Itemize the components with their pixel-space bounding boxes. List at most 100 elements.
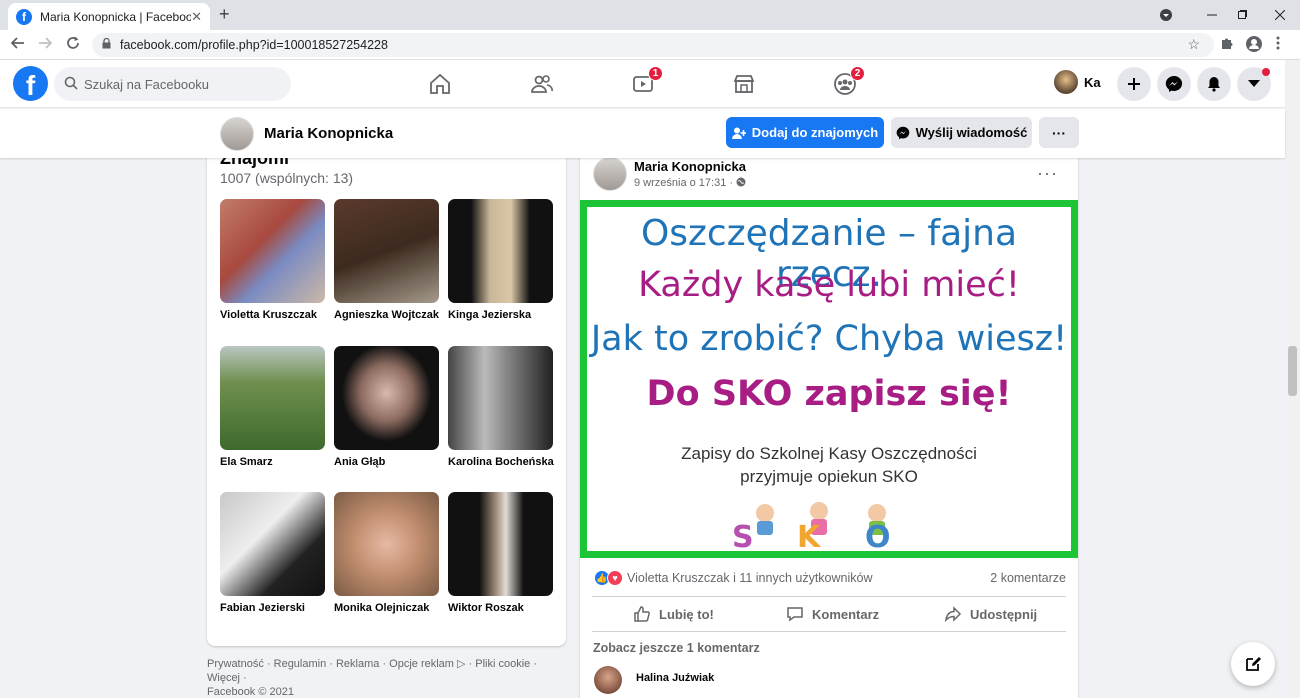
friend-name[interactable]: Ania Głąb bbox=[334, 456, 439, 468]
maximize-button[interactable] bbox=[1222, 0, 1262, 30]
thumbs-up-icon bbox=[634, 606, 650, 622]
chrome-menu-icon[interactable] bbox=[1276, 36, 1280, 53]
watch-notification-badge: 1 bbox=[648, 66, 663, 81]
search-box[interactable] bbox=[54, 67, 291, 101]
friend-name[interactable]: Karolina Bocheńska bbox=[448, 456, 554, 468]
comment-label: Komentarz bbox=[812, 606, 880, 622]
friend-photo[interactable] bbox=[334, 492, 439, 596]
watch-video-icon[interactable]: 1 bbox=[629, 66, 663, 98]
send-message-label: Wyślij wiadomość bbox=[915, 125, 1028, 140]
friend-photo[interactable] bbox=[448, 199, 553, 303]
friend-name[interactable]: Kinga Jezierska bbox=[448, 309, 553, 321]
reload-icon[interactable] bbox=[66, 36, 80, 54]
share-label: Udostępnij bbox=[970, 606, 1038, 622]
profile-more-button[interactable]: ··· bbox=[1039, 117, 1079, 148]
friend-tile[interactable]: Kinga Jezierska bbox=[448, 199, 553, 321]
post-author-avatar[interactable] bbox=[593, 157, 627, 191]
friend-name[interactable]: Fabian Jezierski bbox=[220, 602, 325, 614]
tab-title: Maria Konopnicka | Facebook bbox=[40, 9, 192, 24]
like-button[interactable]: Lubię to! bbox=[633, 605, 714, 623]
url-text: facebook.com/profile.php?id=100018527254… bbox=[120, 38, 388, 52]
add-friend-icon bbox=[731, 127, 746, 139]
new-message-button[interactable] bbox=[1231, 642, 1275, 686]
account-alert-dot bbox=[1262, 68, 1270, 76]
friends-icon[interactable] bbox=[528, 70, 556, 98]
post-options-button[interactable]: ··· bbox=[1037, 163, 1058, 184]
notifications-bell-icon[interactable] bbox=[1197, 67, 1231, 101]
bookmark-star-icon[interactable]: ☆ bbox=[1187, 36, 1200, 53]
friend-tile[interactable]: Fabian Jezierski bbox=[220, 492, 325, 614]
friend-name[interactable]: Ela Smarz bbox=[220, 456, 325, 468]
post-timestamp[interactable]: 9 września o 17:31 · bbox=[634, 177, 746, 189]
address-bar[interactable]: facebook.com/profile.php?id=100018527254… bbox=[92, 33, 1214, 57]
close-window-button[interactable] bbox=[1260, 0, 1300, 30]
messenger-icon[interactable] bbox=[1157, 67, 1191, 101]
friend-photo[interactable] bbox=[448, 492, 553, 596]
friend-photo[interactable] bbox=[334, 346, 439, 450]
forward-arrow-icon[interactable] bbox=[38, 36, 53, 54]
home-icon[interactable] bbox=[426, 70, 454, 98]
post-image-content: Oszczędzanie – fajna rzecz. Każdy kasę l… bbox=[587, 207, 1071, 555]
share-arrow-icon bbox=[944, 606, 962, 623]
marketplace-icon[interactable] bbox=[730, 70, 758, 98]
friend-tile[interactable]: Karolina Bocheńska bbox=[448, 346, 554, 468]
profile-name[interactable]: Maria Konopnicka bbox=[264, 125, 393, 142]
friend-tile[interactable]: Monika Olejniczak bbox=[334, 492, 439, 614]
image-text-line: Jak to zrobić? Chyba wiesz! bbox=[590, 319, 1068, 359]
new-tab-button[interactable]: + bbox=[219, 4, 230, 25]
image-text-line: Każdy kasę lubi mieć! bbox=[638, 265, 1020, 305]
friend-tile[interactable]: Wiktor Roszak bbox=[448, 492, 553, 614]
friend-photo[interactable] bbox=[220, 492, 325, 596]
commenter-avatar[interactable] bbox=[594, 666, 622, 694]
reactions-summary[interactable]: 👍 ♥ Violetta Kruszczak i 11 innych użytk… bbox=[594, 570, 872, 586]
facebook-top-nav: f 1 2 Ka bbox=[0, 60, 1285, 108]
more-comments-link[interactable]: Zobacz jeszcze 1 komentarz bbox=[593, 641, 760, 655]
comment-button[interactable]: Komentarz bbox=[786, 605, 879, 623]
friend-name[interactable]: Wiktor Roszak bbox=[448, 602, 553, 614]
friend-photo[interactable] bbox=[220, 199, 325, 303]
comments-count[interactable]: 2 komentarze bbox=[990, 571, 1066, 585]
back-arrow-icon[interactable] bbox=[10, 36, 25, 54]
friend-name[interactable]: Monika Olejniczak bbox=[334, 602, 439, 614]
friend-photo[interactable] bbox=[220, 346, 325, 450]
svg-text:K: K bbox=[797, 520, 822, 549]
commenter-name[interactable]: Halina Juźwiak bbox=[636, 672, 714, 684]
tab-close-button[interactable]: ✕ bbox=[191, 9, 202, 25]
friend-photo[interactable] bbox=[448, 346, 553, 450]
profile-shortcut-name: Ka bbox=[1084, 74, 1101, 90]
post-author-name[interactable]: Maria Konopnicka bbox=[634, 159, 746, 174]
avatar bbox=[1054, 70, 1078, 94]
friend-photo[interactable] bbox=[334, 199, 439, 303]
svg-text:O: O bbox=[865, 520, 891, 549]
profile-avatar[interactable] bbox=[220, 117, 254, 151]
page-scrollbar[interactable] bbox=[1285, 60, 1300, 698]
send-message-button[interactable]: Wyślij wiadomość bbox=[891, 117, 1032, 148]
browser-tab[interactable]: f Maria Konopnicka | Facebook ✕ bbox=[8, 3, 210, 30]
friends-card: Znajomi 1007 (wspólnych: 13) Violetta Kr… bbox=[207, 130, 566, 646]
search-input[interactable] bbox=[84, 76, 274, 92]
facebook-logo-icon[interactable]: f bbox=[13, 66, 48, 101]
friend-tile[interactable]: Violetta Kruszczak bbox=[220, 199, 325, 321]
friends-count: 1007 (wspólnych: 13) bbox=[220, 170, 354, 186]
like-label: Lubię to! bbox=[659, 606, 714, 622]
footer-links[interactable]: Prywatność · Regulamin · Reklama · Opcje… bbox=[207, 657, 567, 685]
create-plus-button[interactable] bbox=[1117, 67, 1151, 101]
post-image[interactable]: Oszczędzanie – fajna rzecz. Każdy kasę l… bbox=[580, 200, 1078, 558]
scrollbar-thumb[interactable] bbox=[1288, 346, 1297, 396]
profile-avatar-icon[interactable] bbox=[1246, 36, 1262, 55]
friend-name[interactable]: Agnieszka Wojtczak bbox=[334, 309, 439, 321]
comment-icon bbox=[787, 607, 803, 622]
divider bbox=[592, 596, 1066, 597]
share-button[interactable]: Udostępnij bbox=[944, 605, 1037, 623]
profile-shortcut[interactable]: Ka bbox=[1054, 70, 1101, 94]
friend-name[interactable]: Violetta Kruszczak bbox=[220, 309, 325, 321]
friend-tile[interactable]: Ania Głąb bbox=[334, 346, 439, 468]
add-friend-button[interactable]: Dodaj do znajomych bbox=[726, 117, 884, 148]
friend-tile[interactable]: Agnieszka Wojtczak bbox=[334, 199, 439, 321]
extensions-puzzle-icon[interactable] bbox=[1220, 36, 1234, 53]
groups-icon[interactable]: 2 bbox=[831, 66, 865, 98]
account-menu-icon[interactable] bbox=[1237, 67, 1271, 101]
friend-tile[interactable]: Ela Smarz bbox=[220, 346, 325, 468]
messenger-small-icon bbox=[896, 126, 909, 139]
profile-dropdown-icon[interactable] bbox=[1146, 0, 1186, 30]
